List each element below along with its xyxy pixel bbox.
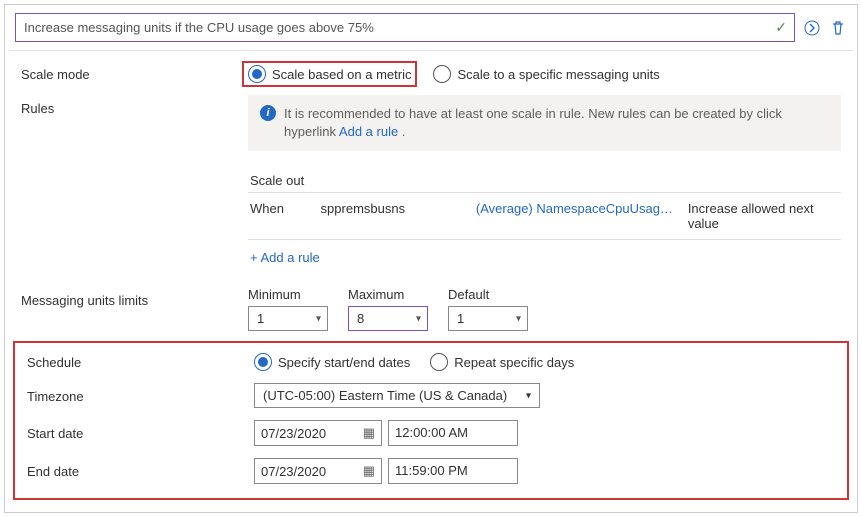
- add-rule-link-inline[interactable]: Add a rule: [339, 124, 398, 139]
- radio-unchecked-icon: [433, 65, 451, 83]
- schedule-dates-radio[interactable]: Specify start/end dates: [254, 353, 410, 371]
- scale-mode-specific-label: Scale to a specific messaging units: [457, 67, 659, 82]
- min-select[interactable]: 1▾: [248, 306, 328, 331]
- radio-unchecked-icon: [430, 353, 448, 371]
- chevron-down-icon: ▾: [526, 390, 531, 401]
- rule-namespace: sppremsbusns: [321, 201, 462, 231]
- schedule-highlight: Schedule Specify start/end dates Repeat …: [13, 341, 849, 500]
- add-rule-button[interactable]: + Add a rule: [248, 240, 841, 275]
- rules-table-header: Scale out: [248, 169, 841, 192]
- start-date-input[interactable]: 07/23/2020▦: [254, 420, 382, 446]
- limits-label: Messaging units limits: [13, 287, 248, 308]
- schedule-label: Schedule: [19, 349, 254, 370]
- rule-action: Increase allowed next value: [688, 201, 839, 231]
- max-select[interactable]: 8▾: [348, 306, 428, 331]
- rules-info-box: i It is recommended to have at least one…: [248, 95, 841, 151]
- timezone-select[interactable]: (UTC-05:00) Eastern Time (US & Canada)▾: [254, 383, 540, 408]
- table-row: When sppremsbusns (Average) NamespaceCpu…: [248, 193, 841, 239]
- check-icon: ✓: [775, 19, 787, 36]
- start-date-label: Start date: [19, 420, 254, 441]
- schedule-repeat-radio[interactable]: Repeat specific days: [430, 353, 574, 371]
- submit-arrow-icon[interactable]: [803, 19, 821, 37]
- end-date-label: End date: [19, 458, 254, 479]
- delete-icon[interactable]: [829, 19, 847, 37]
- radio-checked-icon: [254, 353, 272, 371]
- schedule-repeat-label: Repeat specific days: [454, 355, 574, 370]
- start-time-input[interactable]: 12:00:00 AM: [388, 420, 518, 446]
- radio-checked-icon: [248, 65, 266, 83]
- chevron-down-icon: ▾: [316, 313, 321, 324]
- def-select[interactable]: 1▾: [448, 306, 528, 331]
- rules-info-suffix: .: [398, 124, 405, 139]
- rule-when: When: [250, 201, 307, 231]
- rule-name-input[interactable]: [15, 13, 795, 42]
- timezone-label: Timezone: [19, 383, 254, 404]
- chevron-down-icon: ▾: [416, 313, 421, 324]
- scale-mode-specific-radio[interactable]: Scale to a specific messaging units: [433, 65, 659, 83]
- rule-metric-link[interactable]: (Average) NamespaceCpuUsag…: [476, 201, 674, 231]
- rules-label: Rules: [13, 95, 248, 116]
- schedule-dates-label: Specify start/end dates: [278, 355, 410, 370]
- chevron-down-icon: ▾: [516, 313, 521, 324]
- def-label: Default: [448, 287, 528, 302]
- calendar-icon: ▦: [363, 425, 375, 441]
- min-label: Minimum: [248, 287, 328, 302]
- scale-mode-label: Scale mode: [13, 61, 248, 82]
- scale-mode-metric-highlight: Scale based on a metric: [242, 61, 417, 87]
- end-date-input[interactable]: 07/23/2020▦: [254, 458, 382, 484]
- max-label: Maximum: [348, 287, 428, 302]
- end-time-input[interactable]: 11:59:00 PM: [388, 458, 518, 484]
- info-icon: i: [260, 105, 276, 121]
- calendar-icon: ▦: [363, 463, 375, 479]
- scale-mode-metric-label: Scale based on a metric: [272, 67, 411, 82]
- scale-mode-metric-radio[interactable]: Scale based on a metric: [248, 65, 411, 83]
